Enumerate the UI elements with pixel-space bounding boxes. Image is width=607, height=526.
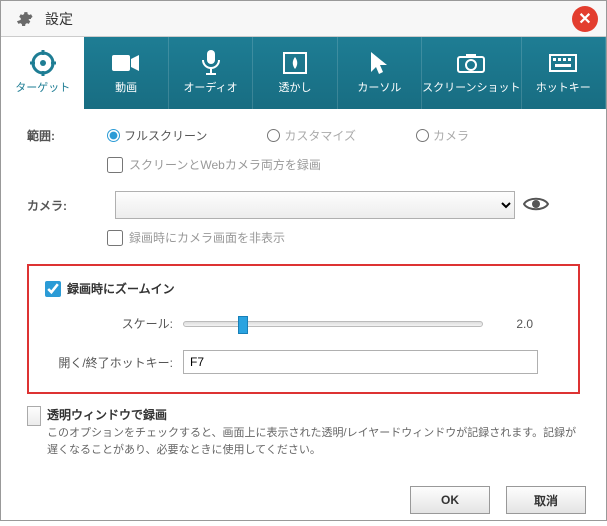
scale-label: スケール: [45, 315, 173, 332]
camera-select[interactable] [115, 191, 515, 219]
titlebar: 設定 ✕ [1, 1, 606, 37]
tab-screenshot[interactable]: スクリーンショット [422, 37, 521, 109]
tab-target[interactable]: ターゲット [1, 37, 84, 109]
hotkey-label: 開く/終了ホットキー: [45, 354, 173, 371]
scale-slider-thumb[interactable] [238, 316, 248, 334]
checkbox-record-both-label: スクリーンとWebカメラ両方を録画 [129, 156, 321, 173]
zoom-title-label: 録画時にズームイン [67, 280, 175, 297]
target-icon [28, 51, 58, 75]
checkbox-record-both[interactable] [107, 157, 123, 173]
checkbox-hide-camera[interactable] [107, 230, 123, 246]
zoom-checkbox[interactable] [45, 281, 61, 297]
close-button[interactable]: ✕ [572, 6, 598, 32]
checkbox-hide-camera-label: 録画時にカメラ画面を非表示 [129, 229, 285, 246]
keyboard-icon [548, 51, 578, 75]
zoom-section: 録画時にズームイン スケール: 2.0 開く/終了ホットキー: [27, 264, 580, 394]
tab-cursor[interactable]: カーソル [338, 37, 422, 109]
button-bar: OK 取消 [1, 480, 606, 526]
camera-label: カメラ: [27, 197, 107, 214]
range-label: 範囲: [27, 127, 107, 144]
video-icon [111, 51, 141, 75]
watermark-icon [280, 51, 310, 75]
tab-watermark[interactable]: 透かし [253, 37, 337, 109]
close-icon: ✕ [578, 9, 591, 29]
window-title: 設定 [45, 9, 73, 29]
cursor-icon [364, 51, 394, 75]
microphone-icon [196, 51, 226, 75]
cancel-button[interactable]: 取消 [506, 486, 586, 514]
hotkey-input[interactable] [183, 350, 538, 374]
tab-hotkey[interactable]: ホットキー [522, 37, 606, 109]
radio-customize[interactable]: カスタマイズ [267, 127, 356, 144]
tab-audio[interactable]: オーディオ [169, 37, 253, 109]
transparent-title: 透明ウィンドウで録画 [47, 406, 580, 423]
eye-icon[interactable] [523, 196, 547, 215]
ok-button[interactable]: OK [410, 486, 490, 514]
content-panel: 範囲: フルスクリーン カスタマイズ カメラ スクリーンとWebカメラ両方を録画… [1, 109, 606, 480]
transparent-desc: このオプションをチェックすると、画面上に表示された透明/レイヤードウィンドウが記… [47, 425, 580, 458]
scale-slider[interactable] [183, 321, 483, 327]
radio-customize-input[interactable] [267, 129, 280, 142]
scale-value: 2.0 [493, 317, 533, 331]
checkbox-transparent-window[interactable] [27, 406, 41, 426]
radio-camera-input[interactable] [416, 129, 429, 142]
gear-icon [9, 7, 39, 31]
radio-camera[interactable]: カメラ [416, 127, 469, 144]
radio-fullscreen[interactable]: フルスクリーン [107, 127, 207, 144]
radio-fullscreen-input[interactable] [107, 129, 120, 142]
tab-video[interactable]: 動画 [84, 37, 168, 109]
tabbar: ターゲット 動画 オーディオ 透かし カーソル スクリーンショット ホットキ [1, 37, 606, 109]
camera-icon [456, 51, 486, 75]
